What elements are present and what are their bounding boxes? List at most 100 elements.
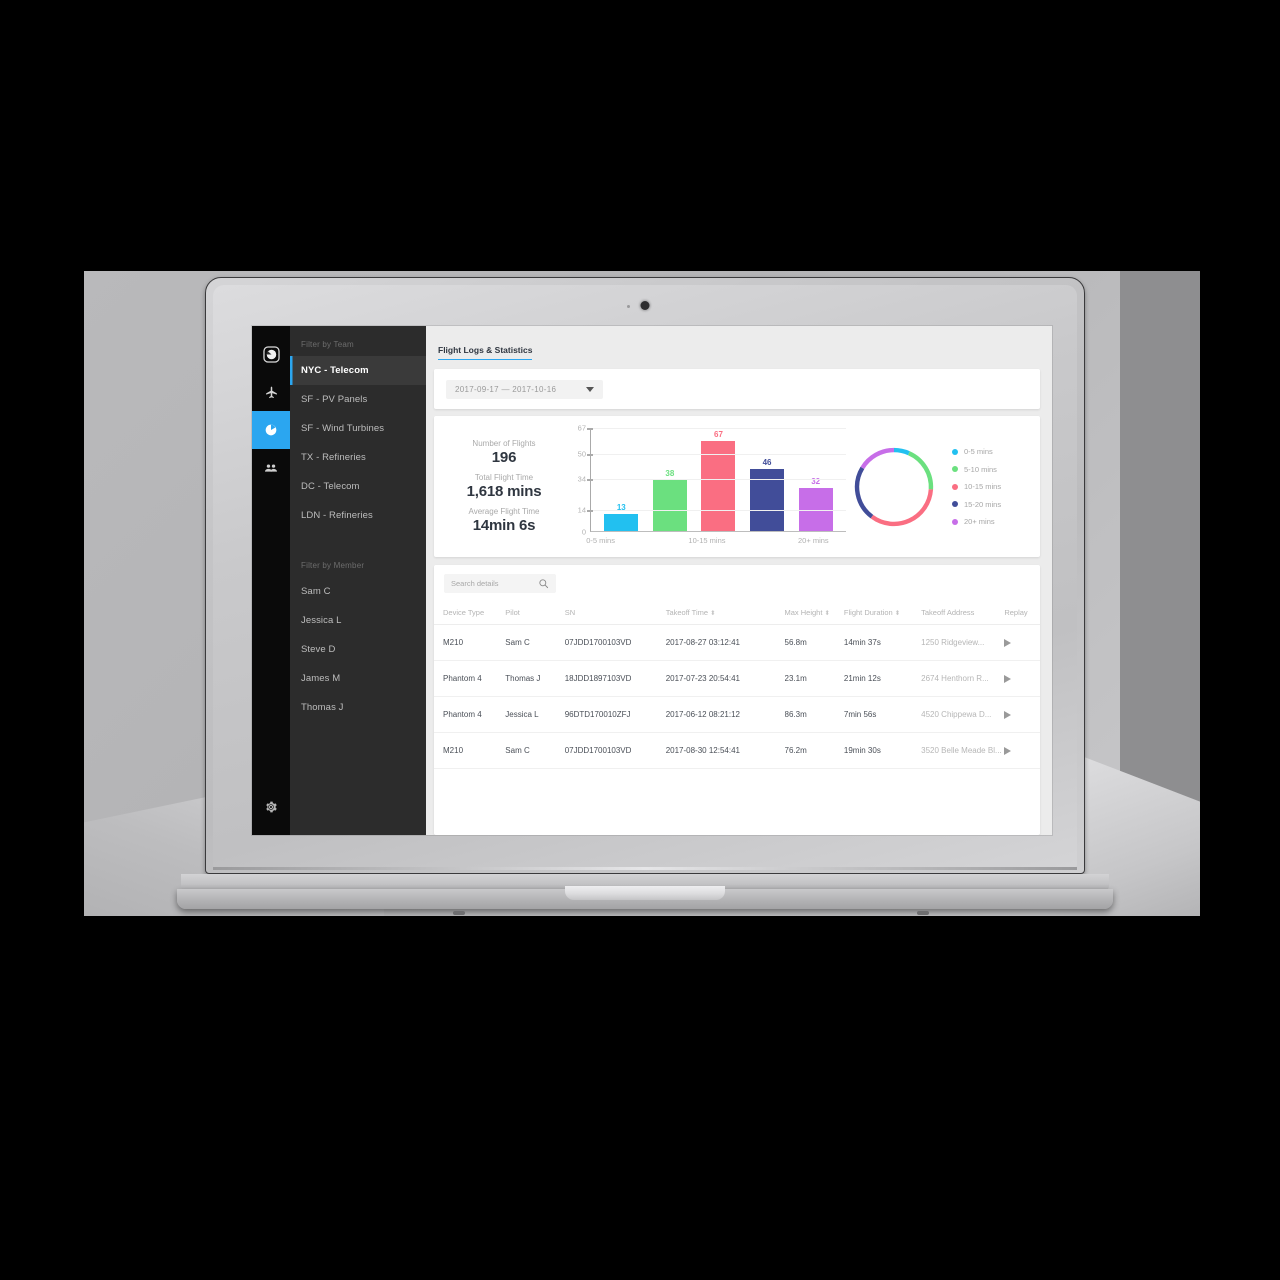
team-item-nyc-telecom[interactable]: NYC - Telecom [290, 356, 426, 385]
kpi-value-average-flight-time: 14min 6s [472, 517, 536, 534]
donut-segment[interactable] [860, 447, 895, 469]
cell-sn: 18JDD1897103VD [564, 660, 666, 697]
table-column-label: Takeoff Time [665, 608, 709, 617]
sort-icon[interactable]: ⬍ [710, 610, 715, 617]
team-icon[interactable] [252, 449, 290, 487]
bar[interactable] [604, 513, 639, 531]
bar-chart: 0 14 34 50 67 13 38 67 46 32 0-5 mins 10-15 mins 2… [564, 424, 846, 545]
donut-segment[interactable] [893, 447, 910, 455]
team-item-sf-pv-panels[interactable]: SF - PV Panels [290, 385, 426, 414]
cell-replay[interactable] [1004, 660, 1040, 697]
table-column-label: Max Height [784, 608, 823, 617]
team-item-tx-refineries[interactable]: TX - Refineries [290, 443, 426, 472]
legend-item[interactable]: 10-15 mins [952, 482, 1030, 491]
lid-bottom-edge [213, 867, 1077, 870]
donut-segment[interactable] [854, 466, 874, 518]
search-box[interactable] [444, 574, 556, 593]
cell-flight-duration: 7min 56s [843, 696, 922, 733]
date-range-value: 2017-09-17 — 2017-10-16 [455, 385, 557, 394]
flight-log-table: Device Type Pilot SN Takeoff Time ⬍ Max Heigh… [434, 601, 1040, 769]
kpi-value-total-flight-time: 1,618 mins [466, 483, 542, 500]
flights-icon[interactable] [252, 373, 290, 411]
cell-sn: 07JDD1700103VD [564, 732, 666, 769]
logo-icon[interactable] [252, 335, 290, 373]
donut-chart [846, 443, 942, 531]
donut-segment[interactable] [907, 450, 934, 490]
cell-pilot: Sam C [505, 624, 565, 661]
table-column-label: Replay [1004, 608, 1028, 617]
play-icon[interactable] [1004, 746, 1012, 755]
cell-replay[interactable] [1004, 696, 1040, 733]
bar-chart-plot: 13 38 67 46 32 [587, 428, 846, 532]
member-item-jessica-l[interactable]: Jessica L [290, 606, 426, 635]
main-content: Flight Logs & Statistics 2017-09-17 — 20… [426, 326, 1052, 835]
member-item-steve-d[interactable]: Steve D [290, 635, 426, 664]
team-item-sf-wind-turbines[interactable]: SF - Wind Turbines [290, 414, 426, 443]
sort-icon[interactable]: ⬍ [895, 610, 900, 617]
laptop-lid: Filter by Team NYC - Telecom SF - PV Pan… [205, 277, 1085, 874]
statistics-card: Number of Flights 196 Total Flight Time … [434, 416, 1040, 557]
cell-max-height: 76.2m [784, 732, 844, 769]
cell-pilot: Thomas J [505, 660, 565, 697]
bar[interactable] [652, 479, 687, 531]
cell-max-height: 56.8m [784, 624, 844, 661]
tab-bar: Flight Logs & Statistics [434, 336, 1040, 360]
y-tick-mark [587, 428, 593, 430]
filter-by-member-header: Filter by Member [301, 561, 365, 570]
table-row[interactable]: M210 Sam C 07JDD1700103VD 2017-08-30 12:54:… [434, 732, 1040, 769]
search-input[interactable] [451, 579, 531, 588]
cell-takeoff-address: 2674 Henthorn R... [921, 660, 1005, 697]
cell-pilot: Jessica L [505, 696, 565, 733]
legend-item[interactable]: 20+ mins [952, 517, 1030, 526]
legend-item[interactable]: 5-10 mins [952, 465, 1030, 474]
cell-device-type: Phantom 4 [434, 660, 506, 697]
table-row[interactable]: Phantom 4 Jessica L 96DTD170010ZFJ 2017-06-… [434, 696, 1040, 733]
date-range-picker[interactable]: 2017-09-17 — 2017-10-16 [446, 380, 604, 399]
search-row [434, 565, 1040, 601]
table-footer-padding [434, 769, 1040, 785]
member-item-sam-c[interactable]: Sam C [290, 577, 426, 606]
play-icon[interactable] [1004, 710, 1012, 719]
table-row[interactable]: M210 Sam C 07JDD1700103VD 2017-08-27 03:12:… [434, 624, 1040, 661]
member-item-james-m[interactable]: James M [290, 664, 426, 693]
table-row[interactable]: Phantom 4 Thomas J 18JDD1897103VD 2017-07-2… [434, 660, 1040, 697]
table-column-header: Device Type [434, 601, 506, 625]
member-item-thomas-j[interactable]: Thomas J [290, 693, 426, 722]
table-column-header[interactable]: Flight Duration ⬍ [843, 601, 922, 625]
bar-value-label: 67 [714, 430, 723, 439]
statistics-icon[interactable] [252, 411, 290, 449]
x-tick-label: 0-5 mins [586, 536, 615, 545]
table-column-label: Flight Duration [843, 608, 893, 617]
dashboard-app: Filter by Team NYC - Telecom SF - PV Pan… [252, 326, 1052, 835]
laptop-foot-left [453, 911, 465, 915]
table-column-header[interactable]: Max Height ⬍ [784, 601, 844, 625]
legend-item[interactable]: 15-20 mins [952, 500, 1030, 509]
x-tick-label [736, 536, 784, 545]
donut-segment[interactable] [870, 488, 934, 526]
tab-flight-logs-statistics[interactable]: Flight Logs & Statistics [438, 345, 533, 360]
table-header-row: Device Type Pilot SN Takeoff Time ⬍ Max Heigh… [434, 601, 1040, 625]
cell-replay[interactable] [1004, 732, 1040, 769]
legend-item[interactable]: 0-5 mins [952, 447, 1030, 456]
legend-label: 0-5 mins [964, 447, 993, 456]
kpi-group: Number of Flights 196 Total Flight Time … [444, 439, 564, 534]
cell-flight-duration: 19min 30s [843, 732, 922, 769]
cell-device-type: Phantom 4 [434, 696, 506, 733]
y-tick-mark [587, 479, 593, 481]
cell-replay[interactable] [1004, 624, 1040, 661]
search-icon[interactable] [538, 578, 549, 589]
filter-sidebar: Filter by Team NYC - Telecom SF - PV Pan… [290, 326, 426, 835]
table-column-header[interactable]: Takeoff Time ⬍ [665, 601, 785, 625]
settings-icon[interactable] [252, 788, 290, 826]
play-icon[interactable] [1004, 638, 1012, 647]
team-item-ldn-refineries[interactable]: LDN - Refineries [290, 501, 426, 530]
play-icon[interactable] [1004, 674, 1012, 683]
webcam-led-icon [627, 305, 630, 308]
sort-icon[interactable]: ⬍ [824, 610, 829, 617]
donut-legend: 0-5 mins 5-10 mins 10-15 mins 15-20 mins 20+… [942, 447, 1030, 526]
team-item-dc-telecom[interactable]: DC - Telecom [290, 472, 426, 501]
x-tick-label: 20+ mins [798, 536, 829, 545]
cell-takeoff-address: 3520 Belle Meade Bl... [921, 732, 1005, 769]
bar-value-label: 38 [665, 468, 675, 478]
cell-flight-duration: 14min 37s [843, 624, 922, 661]
